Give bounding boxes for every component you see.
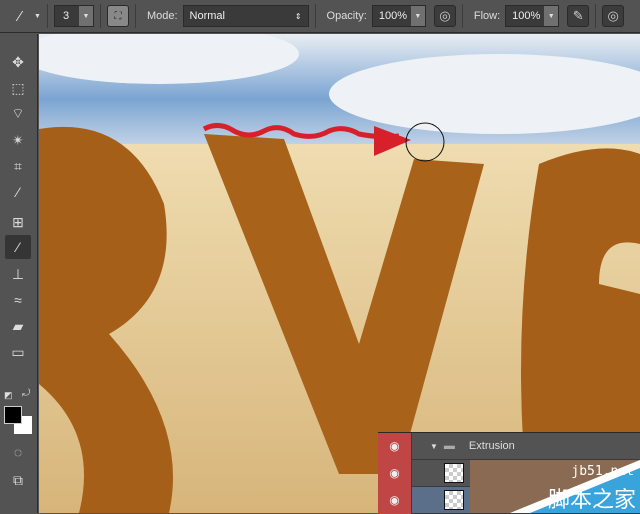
default-colors-icon[interactable]: ◩ bbox=[4, 390, 13, 401]
mode-value: Normal bbox=[189, 10, 225, 22]
chevron-down-icon[interactable]: ▼ bbox=[78, 6, 93, 26]
airbrush-icon[interactable]: ✎ bbox=[567, 5, 590, 27]
watermark-site: jb51.net bbox=[571, 464, 634, 479]
mode-select[interactable]: Normal ⇕ bbox=[182, 5, 309, 27]
chevron-down-icon[interactable]: ▼ bbox=[410, 6, 425, 26]
eyedropper-tool-icon[interactable]: ⁄ bbox=[5, 180, 31, 204]
flow-label: Flow: bbox=[473, 10, 501, 22]
quick-mask-icon[interactable]: ◌ bbox=[5, 440, 31, 464]
group-name: Extrusion bbox=[468, 440, 515, 452]
pressure-opacity-icon[interactable]: ◎ bbox=[433, 5, 456, 27]
options-bar: ⁄ ▼ 3 ▼ ⛶ Mode: Normal ⇕ Opacity: 100% ▼… bbox=[0, 0, 640, 33]
brush-panel-toggle-icon[interactable]: ⛶ bbox=[106, 5, 129, 27]
layer-thumbnail bbox=[444, 463, 464, 483]
eraser-tool-icon[interactable]: ▰ bbox=[5, 314, 31, 338]
brush-tool-icon[interactable]: ⁄ bbox=[5, 235, 31, 259]
opacity-value: 100% bbox=[378, 10, 408, 22]
updown-icon: ⇕ bbox=[294, 11, 302, 21]
chevron-down-icon[interactable]: ▼ bbox=[544, 6, 559, 26]
folder-icon: ▬ bbox=[443, 440, 455, 452]
layer-group-row[interactable]: ◉ ▼ ▬ Extrusion bbox=[378, 432, 640, 460]
visibility-eye-icon[interactable]: ◉ bbox=[378, 432, 412, 460]
watermark-name: 脚本之家 bbox=[547, 487, 636, 512]
swap-colors-icon[interactable]: ⤾ bbox=[22, 388, 30, 399]
mode-label: Mode: bbox=[146, 10, 178, 22]
crop-tool-icon[interactable]: ⌗ bbox=[5, 154, 31, 178]
healing-tool-icon[interactable]: ⊞ bbox=[5, 210, 31, 234]
opacity-label: Opacity: bbox=[326, 10, 367, 22]
history-brush-tool-icon[interactable]: ≈ bbox=[5, 288, 31, 312]
clone-stamp-tool-icon[interactable]: ⊥ bbox=[5, 262, 31, 286]
tool-preset-dropdown[interactable]: ▼ bbox=[34, 13, 41, 20]
screen-mode-icon[interactable]: ⧉ bbox=[5, 468, 31, 492]
tool-preset-brush-icon[interactable]: ⁄ bbox=[8, 8, 32, 25]
gradient-tool-icon[interactable]: ▭ bbox=[5, 340, 31, 364]
foreground-color-swatch[interactable] bbox=[4, 406, 22, 424]
pressure-size-icon[interactable]: ◎ bbox=[602, 5, 625, 27]
magic-wand-tool-icon[interactable]: ✴ bbox=[5, 128, 31, 152]
layer-thumbnail bbox=[444, 490, 464, 510]
group-expand-icon[interactable]: ▼ bbox=[430, 442, 438, 451]
visibility-eye-icon[interactable]: ◉ bbox=[378, 486, 412, 514]
flow-field[interactable]: 100% ▼ bbox=[505, 5, 560, 27]
lasso-tool-icon[interactable]: ⌔ bbox=[5, 102, 31, 126]
opacity-field[interactable]: 100% ▼ bbox=[371, 5, 426, 27]
toolbox: ✥ ⬚ ⌔ ✴ ⌗ ⁄ ⊞ ⁄ ⊥ ≈ ▰ ▭ ◩ ⤾ ◌ ⧉ bbox=[0, 34, 38, 513]
move-tool-icon[interactable]: ✥ bbox=[5, 50, 31, 74]
marquee-tool-icon[interactable]: ⬚ bbox=[5, 76, 31, 100]
watermark: jb51.net 脚本之家 bbox=[470, 460, 640, 513]
brush-size-picker[interactable]: 3 ▼ bbox=[53, 5, 94, 27]
visibility-eye-icon[interactable]: ◉ bbox=[378, 459, 412, 487]
flow-value: 100% bbox=[512, 10, 541, 22]
brush-size-value: 3 bbox=[62, 10, 70, 22]
